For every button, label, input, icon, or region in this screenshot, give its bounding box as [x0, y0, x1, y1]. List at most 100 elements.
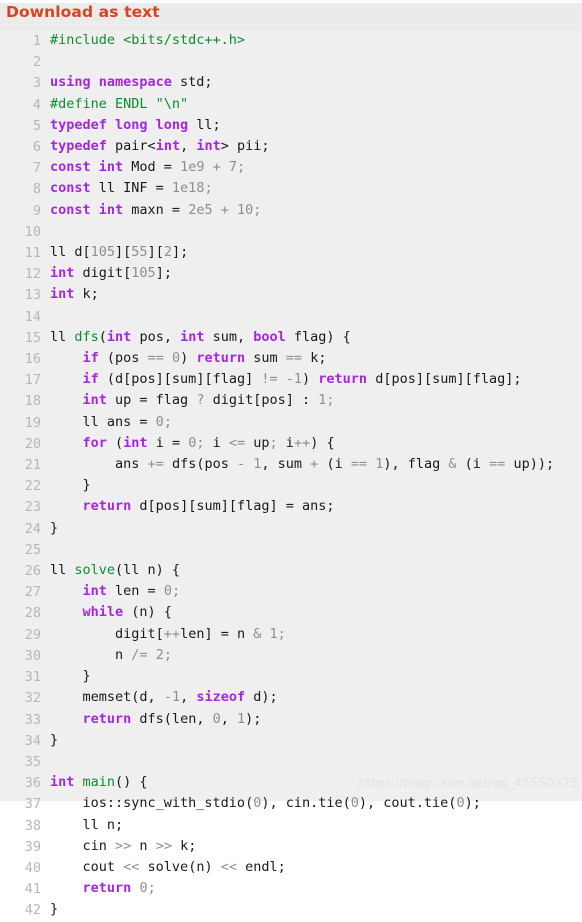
token-kw: if	[82, 371, 99, 388]
code-line: 34}	[0, 731, 582, 752]
line-source: }	[50, 476, 582, 497]
line-number: 24	[24, 520, 41, 537]
token-pl: }	[50, 668, 91, 685]
token-op: <<	[220, 858, 237, 875]
token-pl: ll INF =	[90, 180, 172, 197]
download-as-text-link[interactable]: Download as text	[6, 3, 160, 21]
token-op: <<	[123, 858, 140, 875]
line-source: typedef pair<int, int> pii;	[50, 137, 582, 158]
line-source: const ll INF = 1e18;	[50, 179, 582, 200]
code-line: 20 for (int i = 0; i <= up; i++) {	[0, 434, 582, 455]
token-kw: const int	[50, 201, 124, 218]
code-line: 33 return dfs(len, 0, 1);	[0, 710, 582, 731]
line-number: 10	[24, 223, 41, 240]
code-table-body: 1 #include <bits/stdc++.h> 2 3 using namesp…	[0, 31, 582, 922]
token-pl: len =	[106, 583, 164, 600]
token-op: +=	[147, 456, 164, 473]
token-pl: d);	[245, 689, 278, 706]
token-op: +	[212, 201, 237, 218]
token-kw: while	[82, 604, 124, 621]
code-line: 12 int digit[105];	[0, 264, 582, 285]
line-source: n /= 2;	[50, 646, 582, 667]
token-num: 1	[171, 689, 181, 706]
token-pl: ll n;	[50, 816, 124, 833]
line-source: ll d[105][55][2];	[50, 243, 582, 264]
code-line: 30 n /= 2;	[0, 646, 582, 667]
code-line: 6 typedef pair<int, int> pii;	[0, 137, 582, 158]
line-source	[50, 752, 582, 773]
token-pl: }	[50, 901, 59, 918]
line-source	[50, 540, 582, 561]
token-kw: sizeof	[196, 689, 246, 706]
token-num: 1e18	[171, 180, 205, 197]
token-pl: std;	[171, 74, 213, 91]
token-kw: const int	[50, 159, 124, 176]
line-source: if (pos == 0) return sum == k;	[50, 349, 582, 370]
line-source: const int Mod = 1e9 + 7;	[50, 158, 582, 179]
token-pl: (n) {	[123, 604, 172, 621]
code-line: 39 cin >> n >> k;	[0, 837, 582, 858]
code-line: 26 ll solve(ll n) {	[0, 561, 582, 582]
line-number: 3	[32, 75, 41, 92]
token-kw: int	[123, 434, 148, 451]
token-fn: solve	[74, 562, 116, 579]
line-number: 21	[24, 457, 41, 474]
code-snippet-page: Download as text 1 #include <bits/stdc++.…	[0, 0, 582, 918]
code-block[interactable]: 1 #include <bits/stdc++.h> 2 3 using namesp…	[0, 31, 582, 918]
token-op: ;	[163, 646, 172, 663]
code-line: 11 ll d[105][55][2];	[0, 243, 582, 264]
token-num: 1	[236, 710, 246, 727]
line-number: 19	[24, 414, 41, 431]
code-line: 31 }	[0, 667, 582, 688]
code-line: 40 cout << solve(n) << endl;	[0, 858, 582, 879]
line-source: cin >> n >> k;	[50, 837, 582, 858]
code-line: 8 const ll INF = 1e18;	[0, 179, 582, 200]
code-line: 21 ans += dfs(pos - 1, sum + (i == 1), f…	[0, 455, 582, 476]
line-number: 20	[24, 435, 41, 452]
token-pl: cout	[50, 858, 124, 875]
line-number: 38	[24, 817, 41, 834]
token-kw: typedef long long	[50, 116, 189, 133]
token-pl: > pii;	[220, 138, 270, 155]
line-source: int digit[105];	[50, 264, 582, 285]
line-source: cout << solve(n) << endl;	[50, 858, 582, 879]
line-source	[50, 307, 582, 328]
line-source: ll solve(ll n) {	[50, 561, 582, 582]
line-source: return dfs(len, 0, 1);	[50, 710, 582, 731]
token-pl: ll ans =	[50, 413, 156, 430]
token-op: -	[285, 371, 294, 388]
token-kw: return	[82, 880, 132, 897]
code-line: 42}	[0, 900, 582, 921]
token-pl: (	[106, 434, 124, 451]
token-pl: sum,	[204, 328, 254, 345]
token-op: ;	[326, 392, 335, 409]
token-pl: ios::sync_with_stdio(	[50, 795, 254, 812]
token-pl: i	[285, 434, 294, 451]
line-number: 18	[24, 393, 41, 410]
token-pl: () {	[115, 774, 148, 791]
line-source: digit[++len] = n & 1;	[50, 625, 582, 646]
token-kw: int	[82, 392, 107, 409]
token-kw: int	[50, 265, 75, 282]
line-number: 6	[32, 139, 41, 156]
token-pl: i	[212, 434, 229, 451]
token-op: ;	[147, 880, 156, 897]
token-pl: k;	[74, 286, 99, 303]
code-line: 29 digit[++len] = n & 1;	[0, 625, 582, 646]
token-kw: return	[318, 371, 368, 388]
line-source: ll ans = 0;	[50, 413, 582, 434]
code-line: 24}	[0, 519, 582, 540]
token-pl: ,	[220, 710, 237, 727]
code-line: 28 while (n) {	[0, 603, 582, 624]
token-op: ;	[253, 201, 262, 218]
line-number: 29	[24, 626, 41, 643]
token-pl: sum	[245, 350, 286, 367]
token-pp: #define ENDL "\n"	[50, 95, 189, 112]
line-source: ans += dfs(pos - 1, sum + (i == 1), flag…	[50, 455, 582, 476]
